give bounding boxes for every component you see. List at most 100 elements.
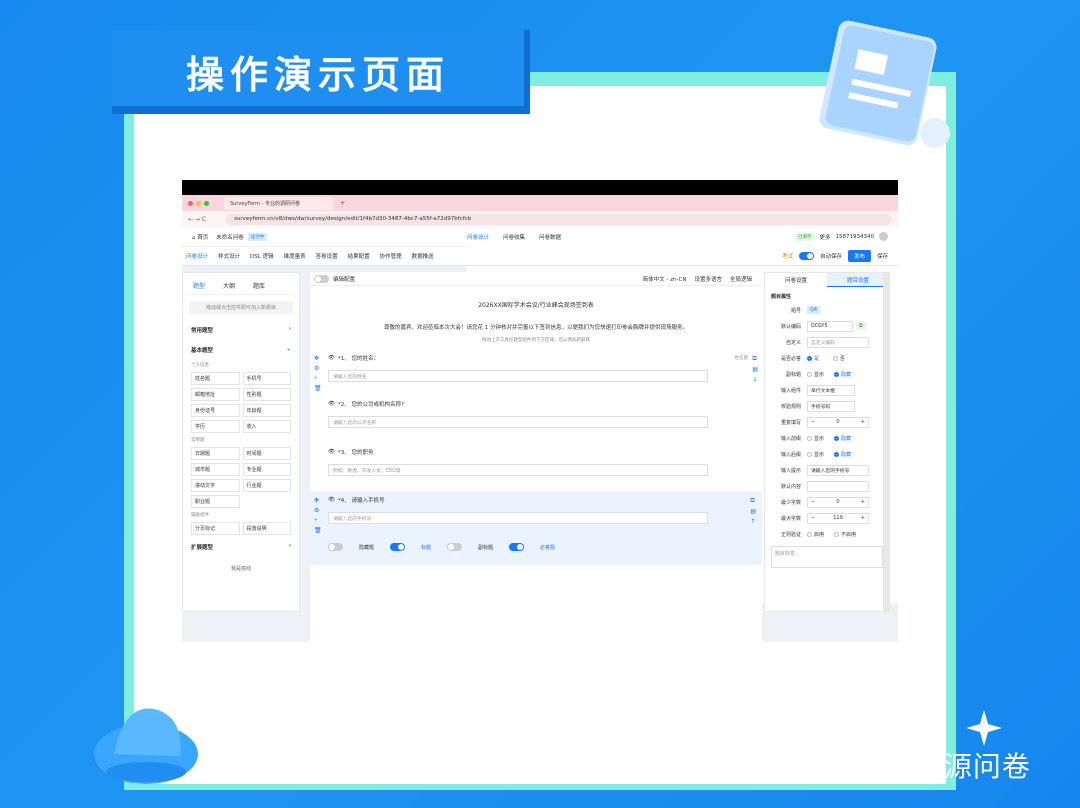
widget-chip[interactable]: 学历 [191,420,240,433]
default-input[interactable] [807,480,869,492]
question-side-actions[interactable]: ⧉ ▤ ↓ [752,355,758,383]
widget-chip[interactable]: 时间题 [242,447,291,460]
question-actions[interactable]: ✥ ⚙ ⑂ 🗑 [314,497,322,534]
radio-hide-label: 隐藏 [841,371,852,378]
tab-bank[interactable]: 题库 [253,281,265,290]
hide-toggle[interactable] [328,543,343,551]
close-dot[interactable] [188,200,193,206]
repeat-stepper[interactable]: −0 + [807,416,869,428]
toolbar-item[interactable]: 数据推送 [412,252,434,260]
radio-suffix-hide[interactable] [834,451,840,457]
question-actions[interactable]: ✥ ⚙ ⑂ 🗑 [314,355,322,392]
row-label: 最大字数 [780,515,801,522]
subtitle-textarea[interactable]: 题目标签 [771,546,883,568]
multi-lang-button[interactable]: 设置多语言 [694,275,722,283]
radio-show[interactable] [807,371,812,377]
widget-chip[interactable]: 行业题 [242,479,291,492]
copy-icon[interactable]: ⧉ [856,322,866,330]
toolbar-right: 考试 自动保存 发布 保存 [782,250,888,262]
global-logic-button[interactable]: 全局逻辑 [730,275,752,283]
radio-no[interactable] [833,355,839,361]
radio-prefix-hide[interactable] [834,435,840,441]
tab-survey-settings[interactable]: 问卷设置 [765,273,827,287]
toolbar-item[interactable]: 答卷设置 [316,252,338,260]
title-toggle[interactable] [390,543,406,551]
question-1[interactable]: ✥ ⚙ ⑂ 🗑 👁 *1、 您的姓名： 请输入您的姓名 姓名题 ⧉ ▤ ↓ [310,349,762,392]
question-4[interactable]: ✥ ⚙ ⑂ 🗑 👁 *4、 请输入手机号 请输入您的手机号 ⧉ ▤ ↑ [310,491,762,534]
scrollbar[interactable] [883,273,889,611]
question-title[interactable]: 👁 *4、 请输入手机号 [328,496,744,504]
url-field[interactable]: surveyform.cn/v8/dws/dw/survey/design/ed… [226,213,892,225]
widget-chip[interactable]: 段落说明 [242,522,291,535]
widget-chip[interactable]: 性别题 [242,388,291,401]
component-select[interactable]: 单行文本框 [807,384,855,396]
user-phone[interactable]: 15871934340 [836,234,875,240]
avatar[interactable] [879,232,888,241]
home-link[interactable]: ⌂ 首页 [192,233,208,241]
toolbar-item[interactable]: 维度量表 [284,252,306,260]
custom-input[interactable]: 自定义编码 [807,336,869,348]
form-title[interactable]: 2026XX国际学术会议/行业峰会现场签到表 [310,300,762,309]
new-tab-icon[interactable]: + [340,200,345,207]
save-button[interactable]: 保存 [877,252,888,260]
widget-chip[interactable]: 手机号 [242,372,291,385]
question-side-actions[interactable]: ⧉ ▤ ↑ [750,497,756,525]
toolbar-item[interactable]: 样式设计 [218,252,240,260]
widget-chip[interactable]: 邮箱地址 [191,388,240,401]
answer-input[interactable]: 请输入您的姓名 [328,370,708,382]
design-toolbar: 问卷设计 样式设计 DSL 逻辑 维度量表 答卷设置 结果配置 协作管理 数据推… [182,247,898,266]
widget-chip[interactable]: 日期题 [191,447,240,460]
widget-chip[interactable]: 年龄题 [242,404,291,417]
minimize-dot[interactable] [196,200,201,206]
browser-tab[interactable]: SurveyForm - 专业的调研问卷 [224,196,334,210]
more-menu[interactable]: 更多 [819,233,830,241]
publish-button[interactable]: 发布 [847,250,871,262]
prompt-input[interactable]: 请输入您的手机号 [807,464,869,476]
radio-suffix-show[interactable] [807,451,812,457]
section-basic[interactable]: 基本题型 ⌄ [189,340,293,360]
toolbar-item[interactable]: 协作管理 [380,252,402,260]
toolbar-item[interactable]: 结果配置 [348,252,370,260]
widget-chip[interactable]: 城市题 [191,463,240,476]
maximize-dot[interactable] [204,200,209,206]
widget-chip[interactable]: 职业题 [191,495,240,508]
validate-select[interactable]: 手机号码 [807,400,855,412]
question-title[interactable]: 👁 *2、 您的公司或机构名称? [328,400,744,408]
radio-hide[interactable] [834,371,840,377]
question-title[interactable]: 👁 *1、 您的姓名： [328,354,744,362]
autosave-toggle[interactable] [798,252,814,260]
subtitle-toggle[interactable] [447,543,463,551]
toolbar-item[interactable]: 问卷设计 [186,252,208,260]
edit-config-toggle[interactable] [314,274,329,283]
question-3[interactable]: 👁 *3、 您的职务 例如：教授、开发人员、CEO等 [310,443,762,481]
widget-chip[interactable]: 身份证号 [191,404,240,417]
section-ext[interactable]: 扩展题型 › [189,537,293,557]
section-common[interactable]: 常用题型 › [189,320,293,340]
answer-input[interactable]: 请输入您的公司名称 [328,416,708,428]
language-select[interactable]: 简体中文 - zh-CN [643,275,687,283]
tab-question-settings[interactable]: 题目设置 [827,273,889,287]
exam-button[interactable]: 考试 [782,252,793,260]
question-title[interactable]: 👁 *3、 您的职务 [328,448,744,456]
toolbar-item[interactable]: DSL 逻辑 [250,252,274,260]
radio-enable[interactable] [807,531,812,537]
max-stepper[interactable]: −119 + [807,512,869,524]
required-toggle[interactable] [509,543,525,551]
radio-prefix-show[interactable] [807,435,812,441]
code-input[interactable]: DCGY5 [807,320,853,332]
widget-chip[interactable]: 滚动文字 [191,479,240,492]
tab-outline[interactable]: 大纲 [223,281,235,290]
tab-types[interactable]: 题型 [193,281,205,290]
widget-chip[interactable]: 专业题 [242,463,291,476]
widget-chip[interactable]: 收入 [242,420,291,433]
form-welcome[interactable]: 尊敬的嘉宾，欢迎莅临本次大会！请您花 1 分钟核对并完善以下签到信息，以便我们为… [310,323,762,331]
radio-yes[interactable] [807,355,812,361]
answer-input[interactable]: 请输入您的手机号 [328,512,708,524]
nav-arrows-icon[interactable]: ← → C [188,216,206,223]
widget-chip[interactable]: 分页标记 [191,522,240,535]
question-2[interactable]: 👁 *2、 您的公司或机构名称? 请输入您的公司名称 [310,395,762,433]
radio-disable[interactable] [834,531,840,537]
answer-input[interactable]: 例如：教授、开发人员、CEO等 [328,464,708,476]
widget-chip[interactable]: 姓名题 [191,372,240,385]
min-stepper[interactable]: −0 + [807,496,869,508]
